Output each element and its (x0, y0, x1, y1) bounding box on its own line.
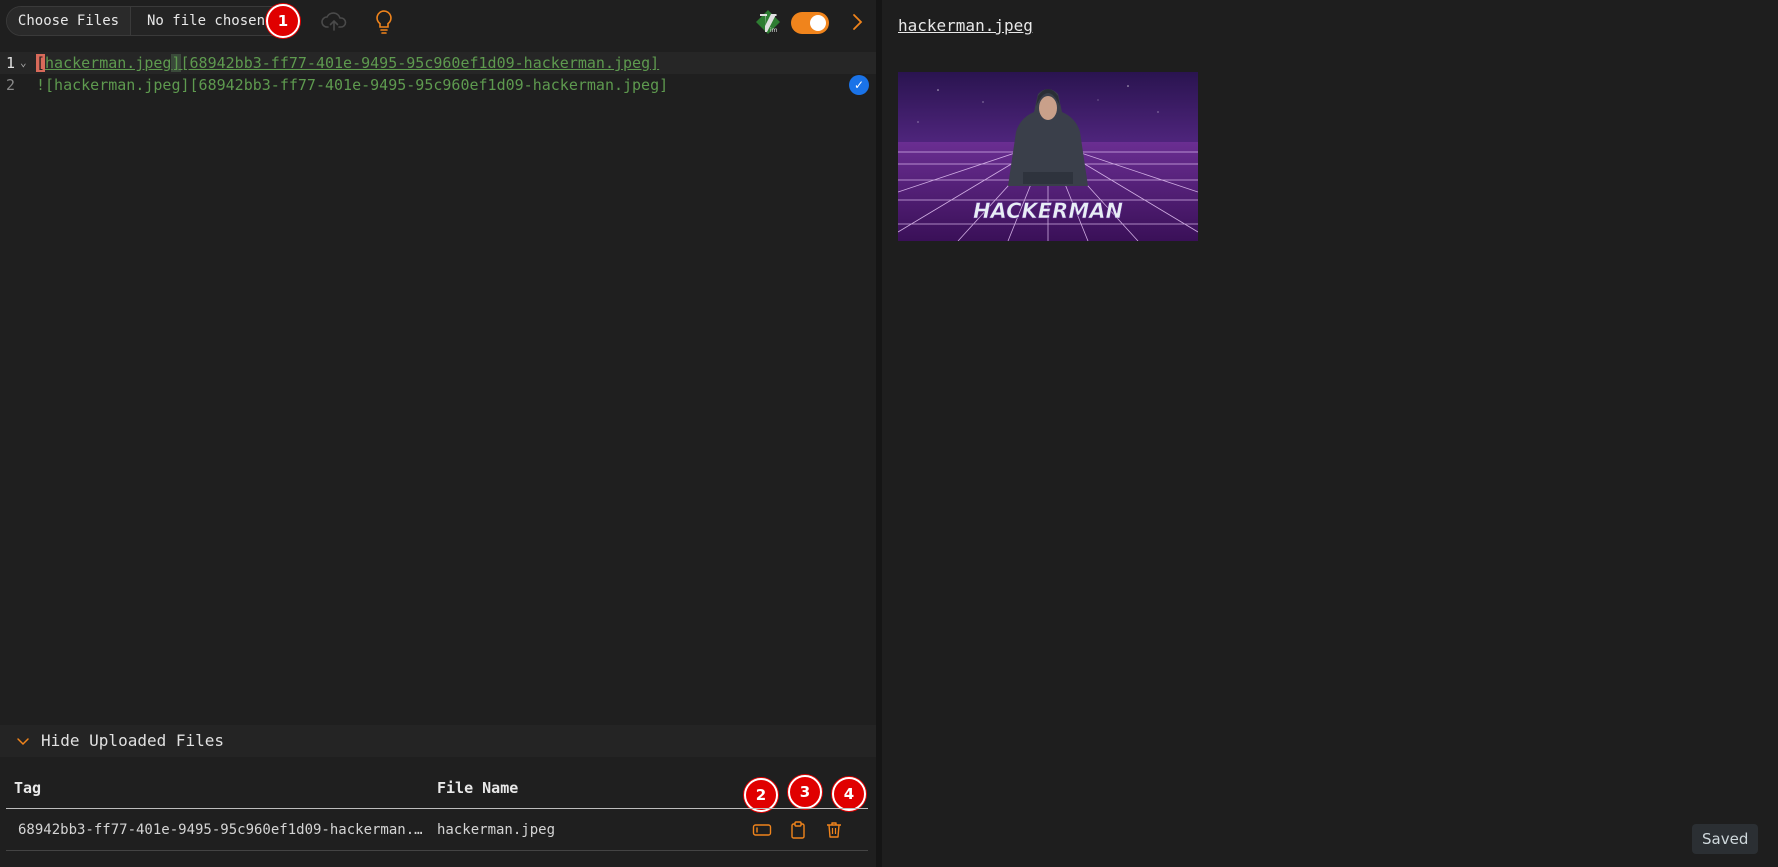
vim-logo-icon: im (756, 10, 780, 34)
editor-line[interactable]: 2 ![hackerman.jpeg][68942bb3-ff77-401e-9… (0, 74, 876, 96)
link-reference: [68942bb3-ff77-401e-9495-95c960ef1d09-ha… (180, 54, 660, 72)
link-alt-text: hackerman.jpeg (45, 54, 172, 72)
preview-link-title[interactable]: hackerman.jpeg (898, 16, 1033, 35)
cursor-bracket: [ (36, 54, 46, 72)
check-circle-icon: ✓ (849, 75, 869, 95)
file-picker[interactable]: Choose Files No file chosen (6, 6, 296, 36)
file-name-cell: hackerman.jpeg (437, 822, 556, 838)
editor-line[interactable]: 1 ⌄ [hackerman.jpeg][68942bb3-ff77-401e-… (0, 52, 876, 74)
hide-uploaded-files-toggle[interactable]: Hide Uploaded Files (0, 725, 876, 757)
chevron-down-icon (17, 738, 29, 746)
toggle-label: Hide Uploaded Files (41, 731, 225, 750)
editor-toolbar: Choose Files No file chosen 1 im (0, 0, 876, 44)
editor-pane: Choose Files No file chosen 1 im 1 ⌄ [ha… (0, 0, 876, 867)
vim-mode-toggle[interactable] (791, 12, 829, 34)
fold-chevron-icon[interactable]: ⌄ (20, 52, 27, 74)
lightbulb-icon[interactable] (370, 8, 398, 36)
choose-files-button[interactable]: Choose Files (7, 7, 131, 35)
line-content[interactable]: [hackerman.jpeg][68942bb3-ff77-401e-9495… (36, 52, 659, 74)
markdown-editor[interactable]: 1 ⌄ [hackerman.jpeg][68942bb3-ff77-401e-… (0, 50, 876, 720)
hackerman-image: HACKERMAN (898, 72, 1198, 241)
cloud-upload-icon[interactable] (320, 8, 348, 36)
chevron-right-icon[interactable] (848, 12, 868, 32)
file-chosen-status: No file chosen (147, 13, 266, 29)
insert-tag-icon[interactable] (752, 820, 772, 840)
trash-icon[interactable] (824, 820, 844, 840)
annotation-badge-4: 4 (832, 777, 866, 811)
column-header-file-name: File Name (437, 779, 519, 797)
copy-clipboard-icon[interactable] (788, 820, 808, 840)
annotation-badge-3: 3 (788, 775, 822, 809)
table-row: 68942bb3-ff77-401e-9495-95c960ef1d09-hac… (6, 810, 868, 851)
hackerman-caption: HACKERMAN (973, 199, 1124, 223)
svg-text:im: im (770, 27, 778, 34)
toggle-knob (810, 15, 826, 31)
annotation-badge-2: 2 (744, 778, 778, 812)
saved-status-badge: Saved (1692, 824, 1759, 854)
preview-pane: hackerman.jpeg HACKERMAN (882, 0, 1778, 867)
matched-bracket: ] (171, 54, 181, 72)
line-number: 2 (6, 76, 16, 94)
preview-image: HACKERMAN (898, 72, 1198, 241)
column-header-tag: Tag (14, 779, 42, 797)
header-divider (6, 808, 868, 809)
tag-cell: 68942bb3-ff77-401e-9495-95c960ef1d09-hac… (18, 822, 426, 838)
annotation-badge-1: 1 (266, 4, 300, 38)
line-content[interactable]: ![hackerman.jpeg][68942bb3-ff77-401e-949… (36, 74, 668, 96)
